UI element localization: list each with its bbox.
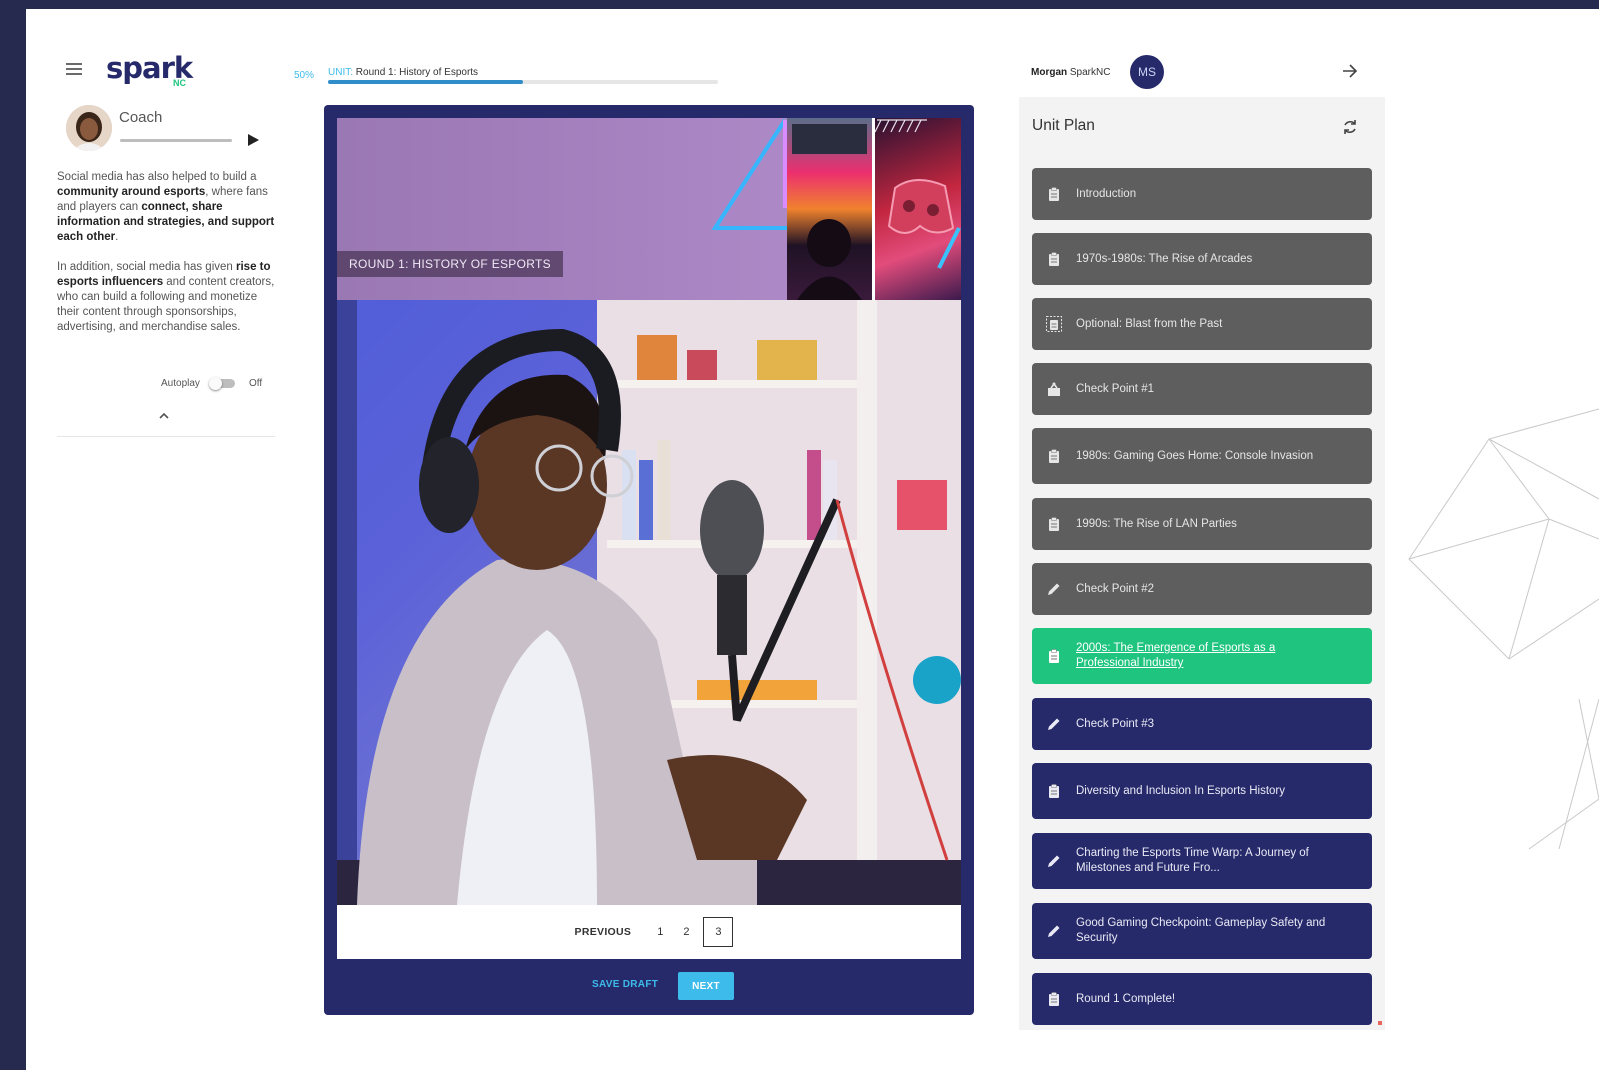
autoplay-label: Autoplay bbox=[161, 378, 200, 389]
coach-label: Coach bbox=[119, 109, 163, 126]
page-3-button[interactable]: 3 bbox=[703, 917, 734, 947]
unit-plan-item[interactable]: Check Point #1 bbox=[1032, 363, 1372, 415]
user-last-name: SparkNC bbox=[1069, 67, 1111, 78]
clipboard-icon bbox=[1049, 992, 1059, 1006]
clipboard-icon bbox=[1049, 252, 1059, 266]
progress-percent: 50% bbox=[294, 70, 315, 81]
unit-plan-item[interactable]: Charting the Esports Time Warp: A Journe… bbox=[1032, 833, 1372, 889]
clipboard-icon bbox=[1049, 784, 1059, 798]
unit-plan-item-label: 1990s: The Rise of LAN Parties bbox=[1076, 517, 1237, 530]
quiz-icon bbox=[1048, 382, 1060, 396]
logo-sub: NC bbox=[173, 78, 186, 88]
pencil-icon bbox=[1048, 718, 1060, 730]
clipboard-icon bbox=[1049, 187, 1059, 201]
user-avatar[interactable]: MS bbox=[1130, 55, 1164, 89]
play-icon[interactable] bbox=[246, 133, 260, 147]
pencil-icon bbox=[1048, 855, 1060, 867]
coach-text-run: . bbox=[115, 231, 119, 243]
pagination: PREVIOUS 1 2 3 bbox=[337, 905, 961, 959]
unit-plan-item-label: Introduction bbox=[1076, 187, 1137, 200]
lesson-content-card: ROUND 1: HISTORY OF ESPORTS PREVIOUS 1 2… bbox=[324, 105, 974, 1015]
user-first-name: Morgan bbox=[1031, 67, 1068, 78]
clipboard-icon bbox=[1049, 649, 1059, 663]
next-button[interactable]: NEXT bbox=[678, 972, 734, 1000]
chevron-up-icon[interactable] bbox=[157, 411, 171, 421]
coach-text-run: In addition, social media has given bbox=[57, 261, 236, 273]
unit-plan-item[interactable]: 1980s: Gaming Goes Home: Console Invasio… bbox=[1032, 428, 1372, 484]
page-1-button[interactable]: 1 bbox=[647, 920, 673, 944]
coach-narration-text: Social media has also helped to build a … bbox=[57, 170, 275, 350]
menu-icon[interactable] bbox=[66, 63, 82, 75]
unit-plan-item-label: Check Point #1 bbox=[1076, 382, 1154, 395]
pencil-icon bbox=[1048, 583, 1060, 595]
optional-clipboard-icon bbox=[1046, 316, 1062, 332]
audio-progress-bar[interactable] bbox=[120, 139, 232, 142]
unit-plan-item[interactable]: Good Gaming Checkpoint: Gameplay Safety … bbox=[1032, 903, 1372, 959]
clipboard-icon bbox=[1049, 449, 1059, 463]
clipboard-icon bbox=[1049, 517, 1059, 531]
autoplay-toggle[interactable] bbox=[209, 377, 237, 390]
unit-plan-item-label: Good Gaming Checkpoint: Gameplay Safety … bbox=[1076, 917, 1326, 944]
unit-plan-item-label: Diversity and Inclusion In Esports Histo… bbox=[1076, 784, 1285, 797]
refresh-icon[interactable] bbox=[1341, 118, 1359, 136]
unit-plan-panel: Unit Plan Introduction 1970s-1980s: The R… bbox=[1019, 97, 1385, 1030]
unit-plan-item-label: 1970s-1980s: The Rise of Arcades bbox=[1076, 252, 1253, 265]
progress-bar bbox=[328, 80, 718, 84]
user-name: Morgan SparkNC bbox=[1031, 67, 1110, 78]
scroll-indicator bbox=[1378, 1021, 1382, 1025]
unit-plan-item[interactable]: 1990s: The Rise of LAN Parties bbox=[1032, 498, 1372, 550]
unit-plan-item-label: 1980s: Gaming Goes Home: Console Invasio… bbox=[1076, 449, 1314, 462]
coach-emphasis: community around esports bbox=[57, 186, 206, 198]
page-2-button[interactable]: 2 bbox=[673, 920, 699, 944]
coach-paragraph: In addition, social media has given rise… bbox=[57, 260, 275, 335]
unit-plan-item-label: Check Point #2 bbox=[1076, 582, 1154, 595]
unit-title: Round 1: History of Esports bbox=[355, 67, 479, 78]
lesson-banner: ROUND 1: HISTORY OF ESPORTS bbox=[337, 118, 961, 300]
game-controller-icon bbox=[874, 119, 961, 269]
unit-plan-item-label: 2000s: The Emergence of Esports as a Pro… bbox=[1076, 642, 1276, 669]
coach-avatar bbox=[66, 105, 112, 151]
unit-plan-title: Unit Plan bbox=[1032, 117, 1095, 134]
divider bbox=[57, 436, 275, 437]
unit-plan-item-label: Optional: Blast from the Past bbox=[1076, 317, 1223, 330]
banner-photo-controller bbox=[874, 118, 961, 300]
unit-plan-item[interactable]: Check Point #2 bbox=[1032, 563, 1372, 615]
autoplay-state: Off bbox=[249, 378, 263, 389]
unit-plan-item[interactable]: Optional: Blast from the Past bbox=[1032, 298, 1372, 350]
spark-logo[interactable]: spark NC bbox=[106, 53, 193, 88]
pencil-icon bbox=[1048, 925, 1060, 937]
arrow-right-icon[interactable] bbox=[1341, 63, 1359, 79]
unit-plan-item-label: Charting the Esports Time Warp: A Journe… bbox=[1076, 847, 1309, 874]
progress-unit-title: UNIT: Round 1: History of Esports bbox=[328, 67, 478, 78]
toggle-knob bbox=[209, 377, 222, 390]
coach-portrait-icon bbox=[66, 105, 112, 151]
unit-plan-item-label: Check Point #3 bbox=[1076, 717, 1154, 730]
unit-plan-item[interactable]: Round 1 Complete! bbox=[1032, 973, 1372, 1025]
unit-prefix: UNIT: bbox=[328, 67, 353, 78]
coach-paragraph: Social media has also helped to build a … bbox=[57, 170, 275, 245]
unit-plan-item-label: Round 1 Complete! bbox=[1076, 992, 1176, 1005]
lesson-banner-title: ROUND 1: HISTORY OF ESPORTS bbox=[337, 251, 563, 277]
unit-plan-item[interactable]: Check Point #3 bbox=[1032, 698, 1372, 750]
decorative-polygon-art bbox=[1408, 408, 1599, 850]
unit-plan-item[interactable]: Diversity and Inclusion In Esports Histo… bbox=[1032, 763, 1372, 819]
unit-plan-item[interactable]: 2000s: The Emergence of Esports as a Pro… bbox=[1032, 628, 1372, 684]
save-draft-button[interactable]: SAVE DRAFT bbox=[592, 979, 658, 990]
gamer-silhouette-icon bbox=[792, 124, 867, 300]
lesson-hero-image bbox=[337, 300, 961, 905]
podcaster-illustration-icon bbox=[337, 300, 961, 905]
previous-button[interactable]: PREVIOUS bbox=[565, 920, 642, 944]
app-window: spark NC 50% UNIT: Round 1: History of E… bbox=[26, 9, 1599, 1070]
unit-plan-item[interactable]: Introduction bbox=[1032, 168, 1372, 220]
progress-bar-fill bbox=[328, 80, 523, 84]
banner-photo-gamer bbox=[787, 118, 872, 300]
coach-text-run: Social media has also helped to build a bbox=[57, 171, 257, 183]
unit-plan-item[interactable]: 1970s-1980s: The Rise of Arcades bbox=[1032, 233, 1372, 285]
